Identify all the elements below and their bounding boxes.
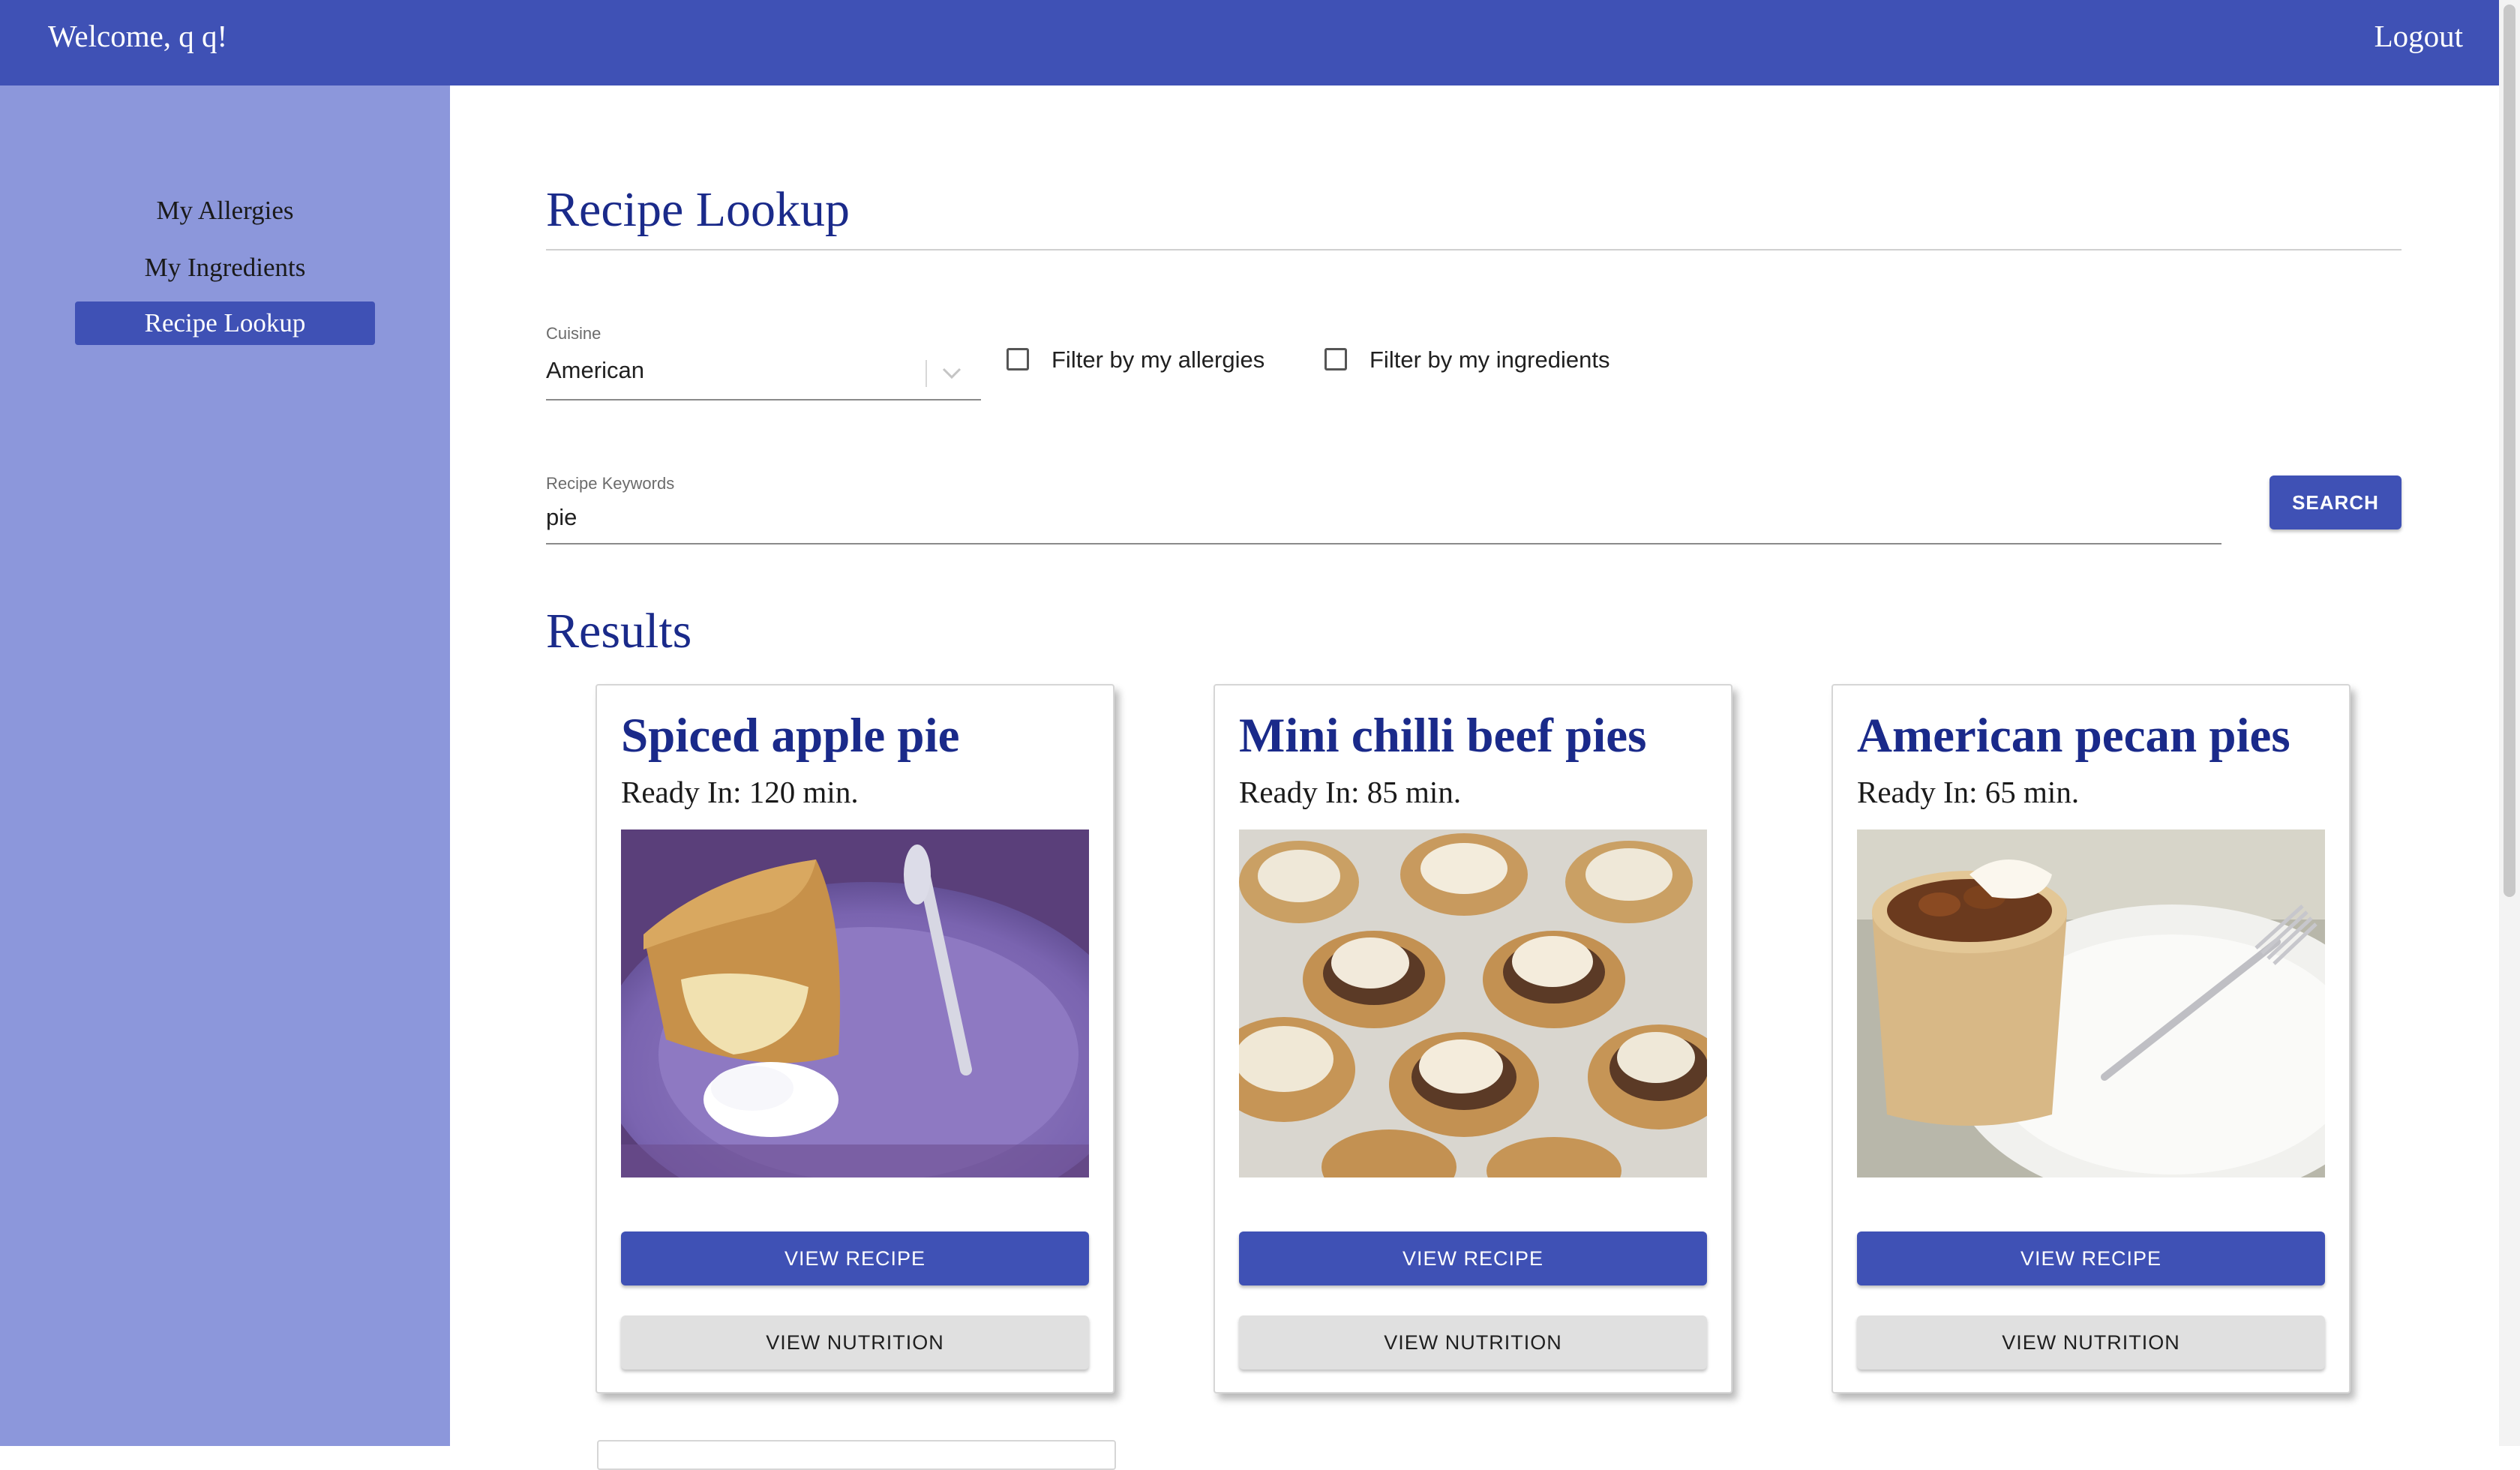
keywords-underline	[546, 543, 2222, 544]
title-divider	[546, 249, 2402, 250]
cuisine-label: Cuisine	[546, 324, 602, 343]
select-separator	[926, 360, 927, 387]
view-recipe-button[interactable]: VIEW RECIPE	[621, 1232, 1089, 1286]
view-nutrition-button[interactable]: VIEW NUTRITION	[621, 1316, 1089, 1370]
scrollbar-thumb[interactable]	[2504, 4, 2516, 897]
chevron-down-icon[interactable]	[940, 366, 963, 381]
welcome-message: Welcome, q q!	[48, 19, 228, 53]
sidebar: My Allergies My Ingredients Recipe Looku…	[0, 86, 450, 1446]
sidebar-item-recipe-lookup[interactable]: Recipe Lookup	[75, 302, 375, 345]
cuisine-underline	[546, 399, 981, 400]
recipe-card-partial	[597, 1440, 1116, 1470]
view-recipe-button[interactable]: VIEW RECIPE	[1239, 1232, 1707, 1286]
keywords-label: Recipe Keywords	[546, 474, 675, 493]
search-button[interactable]: SEARCH	[2270, 476, 2402, 530]
logout-link[interactable]: Logout	[2374, 18, 2463, 54]
results-title: Results	[546, 604, 692, 658]
recipe-title: Mini chilli beef pies	[1239, 709, 1647, 763]
recipe-card: Spiced apple pie Ready In: 120 min. VIEW…	[596, 684, 1114, 1394]
view-recipe-button[interactable]: VIEW RECIPE	[1857, 1232, 2325, 1286]
recipe-card: Mini chilli beef pies Ready In: 85 min. …	[1214, 684, 1732, 1394]
ready-time: Ready In: 120 min.	[621, 775, 859, 809]
page-title: Recipe Lookup	[546, 182, 850, 237]
recipe-card: American pecan pies Ready In: 65 min. VI…	[1832, 684, 2350, 1394]
ready-time: Ready In: 65 min.	[1857, 775, 2080, 809]
apple-pie-photo	[621, 830, 1089, 1178]
filter-allergies-label[interactable]: Filter by my allergies	[1052, 346, 1264, 374]
view-nutrition-button[interactable]: VIEW NUTRITION	[1239, 1316, 1707, 1370]
app-header: Welcome, q q! Logout	[0, 0, 2499, 86]
mini-beef-pies-photo	[1239, 830, 1707, 1178]
pecan-pie-photo	[1857, 830, 2325, 1178]
filter-allergies-checkbox[interactable]	[1006, 348, 1029, 370]
view-nutrition-button[interactable]: VIEW NUTRITION	[1857, 1316, 2325, 1370]
sidebar-item-my-ingredients[interactable]: My Ingredients	[75, 246, 375, 290]
ready-time: Ready In: 85 min.	[1239, 775, 1462, 809]
cuisine-value[interactable]: American	[546, 357, 644, 384]
sidebar-item-my-allergies[interactable]: My Allergies	[75, 189, 375, 232]
filter-ingredients-label[interactable]: Filter by my ingredients	[1370, 346, 1610, 374]
keywords-input[interactable]: pie	[546, 504, 577, 531]
recipe-title: Spiced apple pie	[621, 709, 960, 763]
filter-ingredients-checkbox[interactable]	[1324, 348, 1347, 370]
recipe-title: American pecan pies	[1857, 709, 2290, 763]
